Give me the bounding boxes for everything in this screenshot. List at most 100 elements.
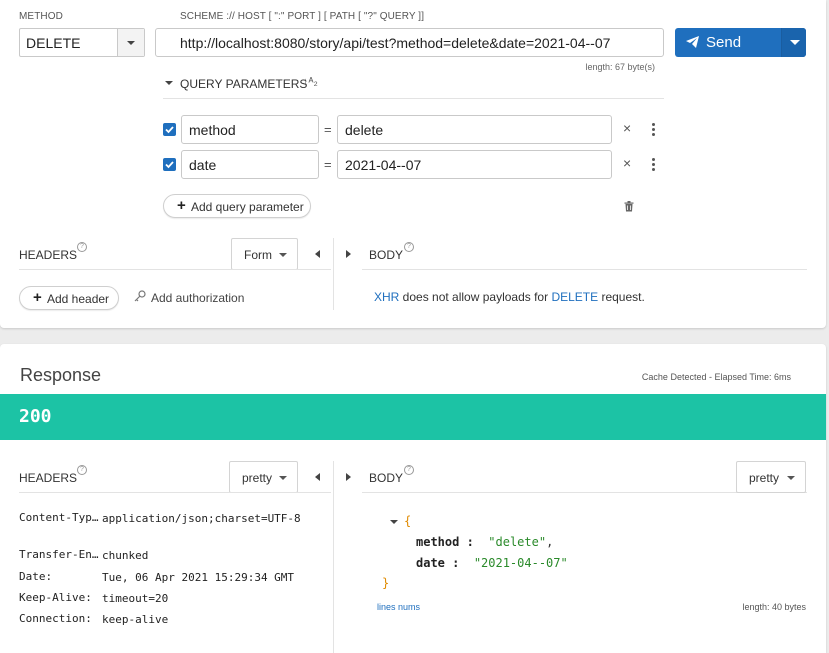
divider: [19, 492, 331, 493]
query-parameters-toggle[interactable]: QUERY PARAMETERS ↓ᴬ₂: [163, 76, 664, 99]
add-authorization-link[interactable]: Add authorization: [151, 291, 244, 305]
body-notice-suffix: request.: [598, 290, 645, 304]
panel-divider: [333, 461, 334, 653]
param-value-text: 2021-04--07: [345, 157, 422, 173]
close-icon[interactable]: ×: [623, 120, 631, 136]
url-length-note: length: 67 byte(s): [585, 62, 655, 72]
chevron-down-icon: [279, 476, 287, 480]
header-value: Tue, 06 Apr 2021 15:29:34 GMT: [102, 571, 295, 584]
method-select[interactable]: DELETE: [19, 28, 145, 57]
more-options-icon[interactable]: [652, 158, 655, 173]
response-headers-mode-value: pretty: [242, 471, 273, 485]
add-query-parameter-label: Add query parameter: [191, 200, 304, 214]
param-name-value: date: [189, 157, 217, 173]
json-key: method: [416, 535, 460, 549]
help-icon[interactable]: ?: [77, 465, 87, 475]
json-value: "2021-04--07": [473, 556, 568, 570]
json-collapse-icon[interactable]: [390, 519, 398, 524]
param-name-input[interactable]: method: [181, 115, 319, 144]
divider: [19, 269, 331, 270]
header-value: keep-alive: [102, 613, 169, 626]
json-value: "delete": [488, 535, 547, 549]
send-options-toggle[interactable]: [781, 28, 806, 57]
param-name-input[interactable]: date: [181, 150, 319, 179]
equals-sign: =: [324, 157, 332, 172]
panel-divider: [333, 238, 334, 310]
response-header-row: Date: Tue, 06 Apr 2021 15:29:34 GMT: [19, 570, 319, 586]
header-key: Date:: [19, 570, 53, 583]
response-length: length: 40 bytes: [742, 602, 806, 612]
response-header-row: Content-Typ… application/json;charset=UT…: [19, 511, 319, 543]
url-label: SCHEME :// HOST [ ":" PORT ] [ PATH [ "?…: [180, 11, 425, 22]
divider: [362, 269, 807, 270]
param-name-value: method: [189, 122, 236, 138]
method-dropdown-toggle[interactable]: [117, 29, 144, 56]
help-icon[interactable]: ?: [404, 242, 414, 252]
lines-nums-link[interactable]: lines nums: [377, 602, 420, 612]
plus-icon: +: [33, 289, 42, 306]
plus-icon: +: [177, 197, 186, 214]
param-enabled-checkbox[interactable]: [163, 123, 176, 136]
body-notice: XHR does not allow payloads for DELETE r…: [374, 290, 645, 304]
query-parameters-title: QUERY PARAMETERS: [180, 77, 308, 91]
collapse-left-icon[interactable]: [315, 473, 320, 481]
check-icon: [165, 161, 174, 169]
collapse-left-icon[interactable]: [315, 250, 320, 258]
status-code: 200: [19, 406, 52, 427]
json-open-brace: {: [404, 514, 412, 528]
close-icon[interactable]: ×: [623, 155, 631, 171]
header-key: Transfer-En…: [19, 548, 99, 561]
param-value-input[interactable]: delete: [337, 115, 612, 144]
json-colon: :: [459, 535, 474, 549]
key-icon: [134, 290, 146, 302]
help-icon[interactable]: ?: [77, 242, 87, 252]
param-enabled-checkbox[interactable]: [163, 158, 176, 171]
expand-right-icon[interactable]: [346, 473, 351, 481]
header-key: Keep-Alive:: [19, 591, 92, 604]
response-panel: Response Cache Detected - Elapsed Time: …: [0, 344, 826, 653]
param-value-text: delete: [345, 122, 384, 138]
sort-alpha-icon[interactable]: ↓ᴬ₂: [303, 76, 318, 88]
response-header-row: Connection: keep-alive: [19, 612, 319, 628]
body-notice-text: does not allow payloads for: [399, 290, 552, 304]
response-body-mode-select[interactable]: pretty: [736, 461, 806, 493]
json-close-line: }: [382, 576, 389, 590]
response-headers-mode-select[interactable]: pretty: [229, 461, 298, 493]
json-close-brace: }: [382, 576, 390, 590]
xhr-link[interactable]: XHR: [374, 290, 399, 304]
more-options-icon[interactable]: [652, 123, 655, 138]
trash-icon[interactable]: [624, 201, 634, 212]
chevron-down-icon: [787, 476, 795, 480]
chevron-down-icon: [279, 253, 287, 257]
response-title: Response: [20, 365, 102, 385]
request-body-title: BODY: [369, 248, 404, 262]
json-open-line: {: [390, 514, 411, 528]
add-query-parameter-button[interactable]: + Add query parameter: [163, 194, 311, 218]
add-header-button[interactable]: + Add header: [19, 286, 119, 310]
url-input[interactable]: http://localhost:8080/story/api/test?met…: [155, 28, 664, 57]
response-meta: Cache Detected - Elapsed Time: 6ms: [641, 372, 791, 382]
header-key: Connection:: [19, 612, 92, 625]
url-value: http://localhost:8080/story/api/test?met…: [180, 35, 611, 51]
json-key: date: [416, 556, 445, 570]
expand-right-icon[interactable]: [346, 250, 351, 258]
send-button-group: Send: [675, 28, 806, 57]
param-value-input[interactable]: 2021-04--07: [337, 150, 612, 179]
json-comma: ,: [546, 535, 554, 549]
request-headers-title: HEADERS: [19, 248, 78, 262]
status-bar: 200: [0, 394, 826, 440]
help-icon[interactable]: ?: [404, 465, 414, 475]
send-label: Send: [706, 34, 742, 51]
response-header-row: Transfer-En… chunked: [19, 548, 319, 564]
paper-plane-icon: [686, 36, 699, 48]
chevron-down-icon: [127, 41, 135, 45]
headers-mode-select[interactable]: Form: [231, 238, 298, 270]
equals-sign: =: [324, 122, 332, 137]
response-body-mode-value: pretty: [749, 471, 780, 485]
method-link[interactable]: DELETE: [551, 290, 598, 304]
check-icon: [165, 126, 174, 134]
request-panel: METHOD DELETE SCHEME :// HOST [ ":" PORT…: [0, 0, 826, 328]
chevron-down-icon: [790, 40, 800, 45]
header-value: timeout=20: [102, 592, 169, 605]
send-button[interactable]: Send: [675, 28, 781, 57]
